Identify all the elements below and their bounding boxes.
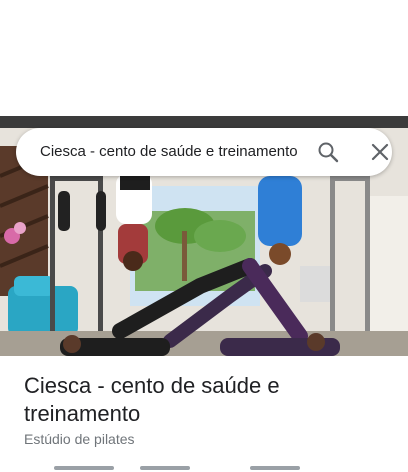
search-icon[interactable] — [316, 140, 340, 164]
place-title: Ciesca - cento de saúde e treinamento — [24, 373, 280, 426]
close-icon[interactable] — [368, 140, 392, 164]
place-category: Estúdio de pilates — [24, 431, 135, 447]
cut-off-row — [0, 464, 408, 472]
map-area-blank — [0, 0, 408, 116]
search-bar[interactable]: Ciesca - cento de saúde e treinamento — [16, 128, 392, 176]
search-input[interactable]: Ciesca - cento de saúde e treinamento — [40, 128, 304, 176]
